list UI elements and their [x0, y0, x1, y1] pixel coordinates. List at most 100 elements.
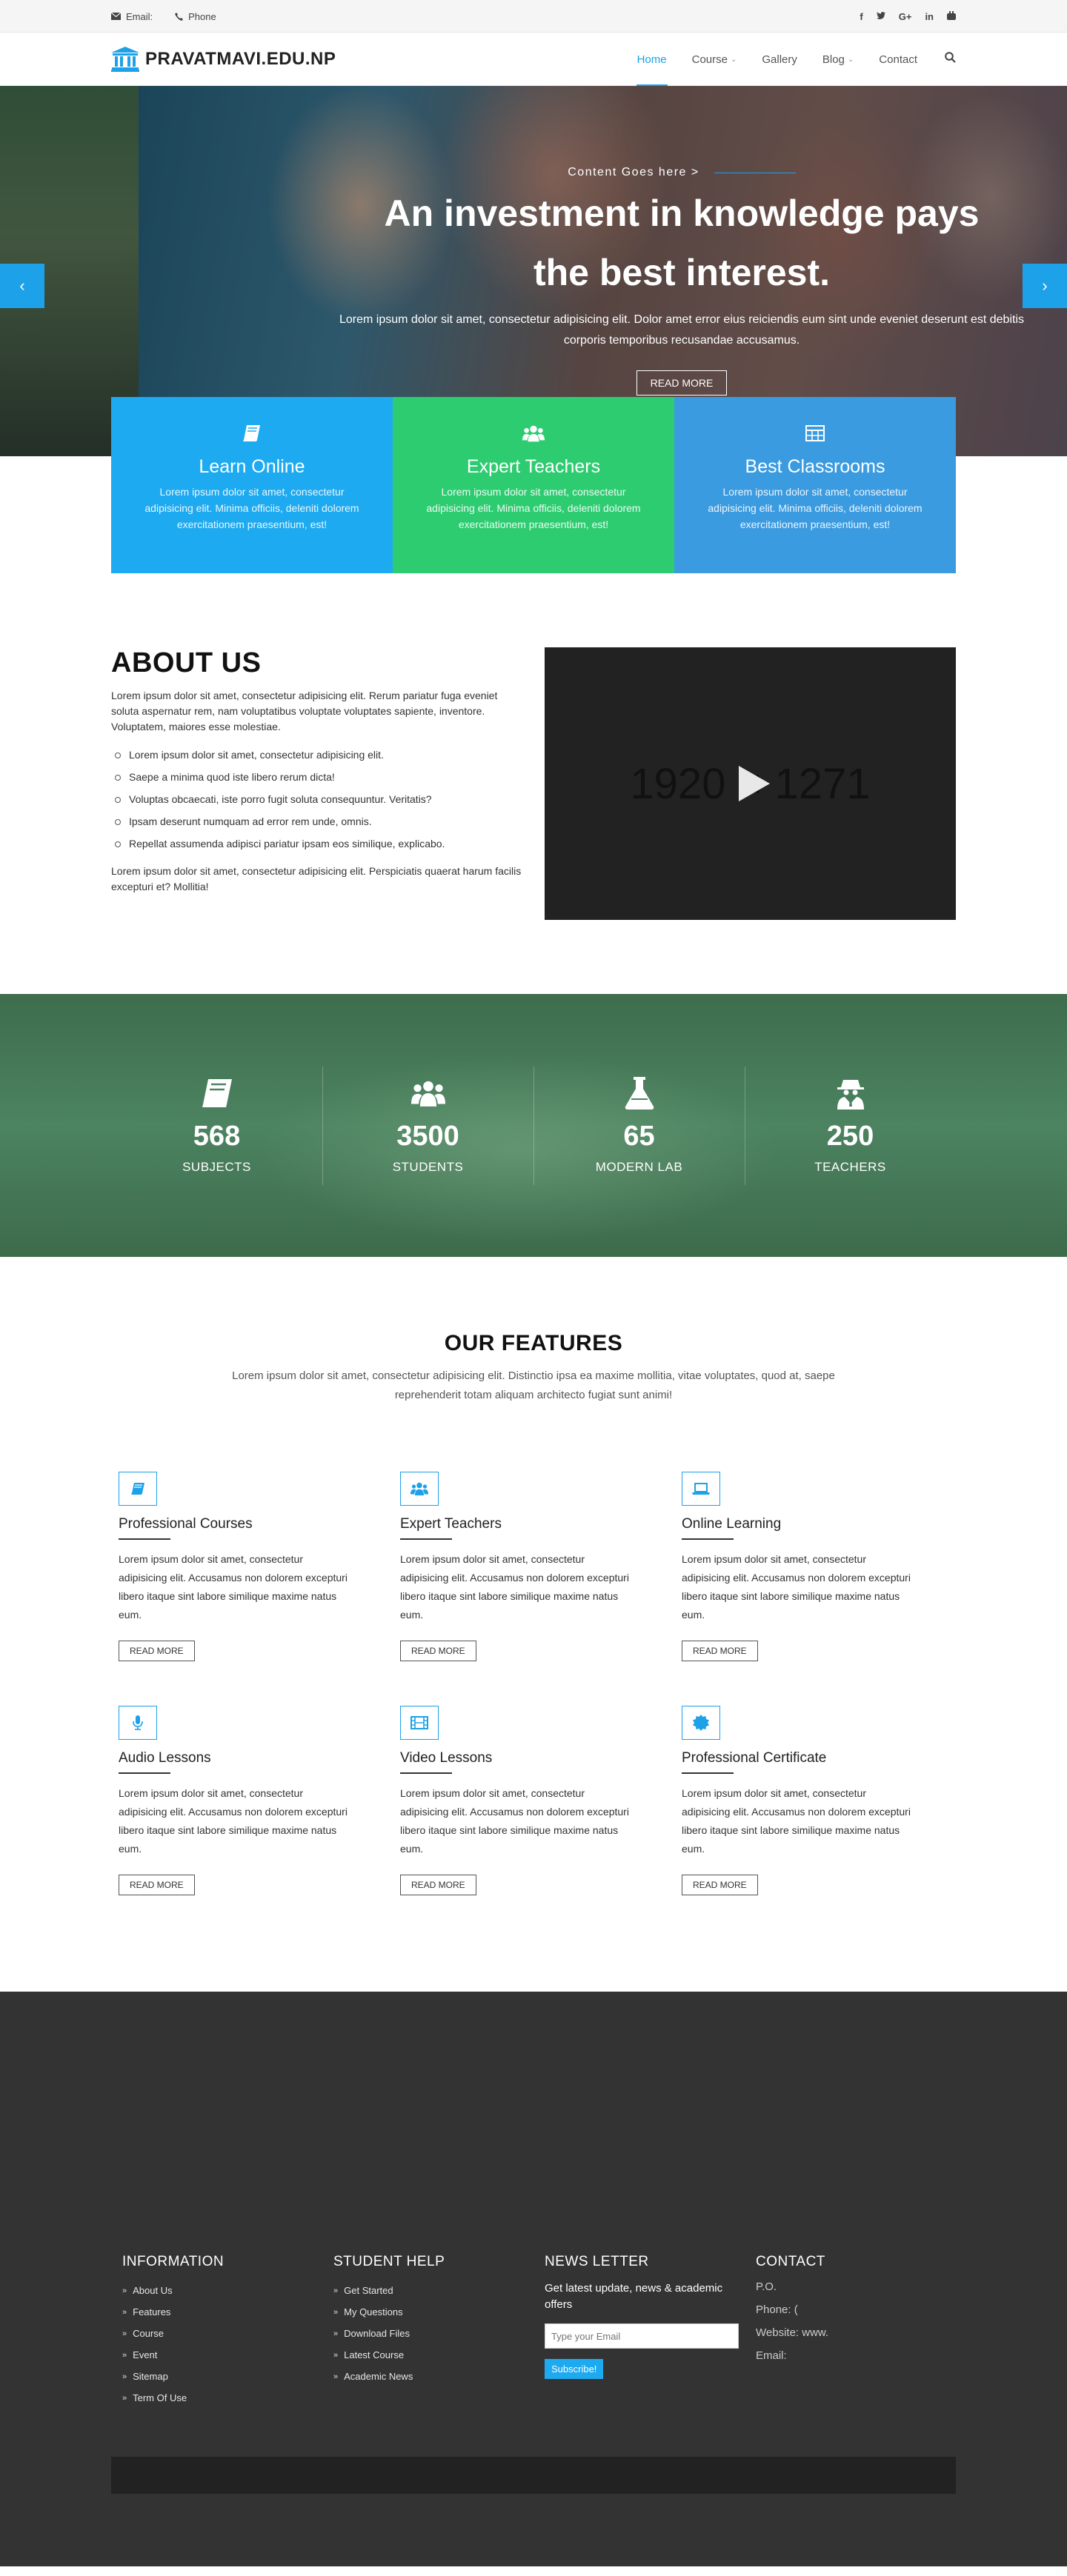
chevron-right-icon: › — [1042, 276, 1048, 295]
site-logo[interactable]: PRAVATMAVI.EDU.NP — [111, 47, 336, 72]
hero-read-more-button[interactable]: READ MORE — [636, 370, 728, 396]
footer-link[interactable]: » Academic News — [333, 2371, 534, 2382]
about-section: ABOUT US Lorem ipsum dolor sit amet, con… — [111, 647, 956, 920]
newsletter-email-input[interactable] — [545, 2323, 739, 2349]
footer-link[interactable]: » Term Of Use — [122, 2392, 322, 2403]
feature-text: Lorem ipsum dolor sit amet, consectetur … — [119, 1553, 348, 1621]
footer-link-label: Term Of Use — [133, 2392, 187, 2403]
feature-read-more-button[interactable]: READ MORE — [682, 1875, 758, 1895]
feature-text: Lorem ipsum dolor sit amet, consectetur … — [682, 1553, 911, 1621]
footer-link[interactable]: » Event — [122, 2349, 322, 2360]
footer-link[interactable]: » Course — [122, 2328, 322, 2339]
list-item: Repellat assumenda adipisci pariatur ips… — [111, 832, 526, 855]
footer-link-label: Get Started — [344, 2285, 393, 2296]
about-intro: Lorem ipsum dolor sit amet, consectetur … — [111, 690, 498, 733]
features-subtitle: Lorem ipsum dolor sit amet, consectetur … — [232, 1369, 835, 1401]
footer-link-label: Features — [133, 2306, 171, 2318]
feature-card: Online Learning Lorem ipsum dolor sit am… — [674, 1472, 956, 1661]
table-icon — [804, 422, 826, 444]
topbar-phone-label: Phone — [188, 10, 216, 22]
feature-title: Online Learning — [682, 1516, 948, 1540]
linkedin-icon[interactable]: in — [925, 11, 934, 22]
chevron-left-icon: ‹ — [19, 276, 25, 295]
chevron-down-icon: ⌄ — [847, 55, 854, 64]
book-icon — [200, 1076, 234, 1110]
facebook-icon[interactable]: f — [860, 11, 862, 22]
angle-double-right-icon: » — [122, 2393, 127, 2403]
slider-next-button[interactable]: › — [1023, 264, 1067, 308]
feature-card: Expert Teachers Lorem ipsum dolor sit am… — [393, 1472, 674, 1661]
play-icon[interactable] — [738, 766, 770, 801]
nav-gallery[interactable]: Gallery — [749, 33, 810, 86]
feature-read-more-button[interactable]: READ MORE — [400, 1641, 476, 1661]
list-item: Lorem ipsum dolor sit amet, consectetur … — [111, 744, 526, 766]
nav-blog[interactable]: Blog ⌄ — [810, 33, 866, 86]
slider-prev-button[interactable]: ‹ — [0, 264, 44, 308]
feature-title: Expert Teachers — [400, 1516, 667, 1540]
footer-contact: CONTACT P.O. Phone: ( Website: www. Emai… — [745, 2254, 956, 2403]
hero-title-line2: the best interest. — [533, 252, 831, 293]
stats-section: 568 SUBJECTS 3500 STUDENTS 65 MODERN LAB… — [0, 994, 1067, 1257]
google-plus-icon[interactable]: G+ — [899, 11, 912, 22]
angle-double-right-icon: » — [122, 2350, 127, 2360]
feature-card: Professional Certificate Lorem ipsum dol… — [674, 1706, 956, 1895]
angle-double-right-icon: » — [333, 2350, 339, 2360]
footer-link-label: Download Files — [344, 2328, 410, 2339]
about-outro: Lorem ipsum dolor sit amet, consectetur … — [111, 865, 522, 892]
list-item: Voluptas obcaecati, iste porro fugit sol… — [111, 788, 526, 810]
footer-link-label: Course — [133, 2328, 164, 2339]
video-player[interactable]: 1920 × 1271 — [545, 647, 956, 920]
feature-read-more-button[interactable]: READ MORE — [119, 1875, 195, 1895]
users-icon — [400, 1472, 439, 1506]
stat-number: 568 — [193, 1121, 241, 1152]
footer-newsletter: NEWS LETTER Get latest update, news & ac… — [534, 2254, 745, 2403]
footer-link[interactable]: » Get Started — [333, 2285, 534, 2296]
youtube-icon[interactable] — [947, 10, 956, 22]
contact-website: Website: www. — [756, 2326, 829, 2339]
angle-double-right-icon: » — [122, 2286, 127, 2295]
feature-read-more-button[interactable]: READ MORE — [119, 1641, 195, 1661]
chevron-down-icon: ⌄ — [730, 55, 737, 64]
nav-home[interactable]: Home — [625, 33, 679, 86]
footer-link[interactable]: » Features — [122, 2306, 322, 2318]
nav-contact[interactable]: Contact — [866, 33, 930, 86]
service-box-learn-online: Learn Online Lorem ipsum dolor sit amet,… — [111, 397, 393, 573]
footer-link[interactable]: » Latest Course — [333, 2349, 534, 2360]
topbar-phone[interactable]: Phone — [175, 11, 216, 22]
hero-text: Lorem ipsum dolor sit amet, consectetur … — [339, 313, 1024, 347]
nav-course[interactable]: Course ⌄ — [679, 33, 750, 86]
footer-link[interactable]: » About Us — [122, 2285, 322, 2296]
feature-title: Audio Lessons — [119, 1750, 385, 1774]
features-grid: Professional Courses Lorem ipsum dolor s… — [111, 1472, 956, 1895]
subscribe-button[interactable]: Subscribe! — [545, 2359, 604, 2379]
stat-label: STUDENTS — [392, 1160, 464, 1174]
angle-double-right-icon: » — [333, 2372, 339, 2381]
certificate-icon — [682, 1706, 720, 1740]
service-box-best-classrooms: Best Classrooms Lorem ipsum dolor sit am… — [674, 397, 956, 573]
users-icon — [410, 1076, 445, 1110]
laptop-icon — [682, 1472, 720, 1506]
user-secret-icon — [834, 1076, 868, 1110]
nav-gallery-label: Gallery — [762, 53, 797, 66]
list-item: Ipsam deserunt numquam ad error rem unde… — [111, 810, 526, 832]
service-box-expert-teachers: Expert Teachers Lorem ipsum dolor sit am… — [393, 397, 674, 573]
site-footer: INFORMATION » About Us » Features » Course … — [0, 1992, 1067, 2566]
search-button[interactable] — [930, 52, 956, 67]
stat-number: 250 — [826, 1121, 874, 1152]
features-header: OUR FEATURES Lorem ipsum dolor sit amet,… — [0, 1331, 1067, 1405]
footer-link-label: My Questions — [344, 2306, 403, 2318]
twitter-icon[interactable] — [876, 11, 885, 22]
footer-link[interactable]: » Sitemap — [122, 2371, 322, 2382]
topbar-email[interactable]: Email: — [111, 11, 153, 22]
top-bar: Email: Phone f G+ in — [0, 0, 1067, 33]
angle-double-right-icon: » — [122, 2307, 127, 2317]
contact-email: Email: — [756, 2349, 787, 2362]
feature-title: Professional Courses — [119, 1516, 385, 1540]
footer-link[interactable]: » Download Files — [333, 2328, 534, 2339]
feature-read-more-button[interactable]: READ MORE — [682, 1641, 758, 1661]
feature-text: Lorem ipsum dolor sit amet, consectetur … — [682, 1787, 911, 1855]
footer-student-help: STUDENT HELP » Get Started » My Questions … — [322, 2254, 534, 2403]
footer-link[interactable]: » My Questions — [333, 2306, 534, 2318]
feature-read-more-button[interactable]: READ MORE — [400, 1875, 476, 1895]
hero-title-line1: An investment in knowledge pays — [384, 193, 980, 234]
